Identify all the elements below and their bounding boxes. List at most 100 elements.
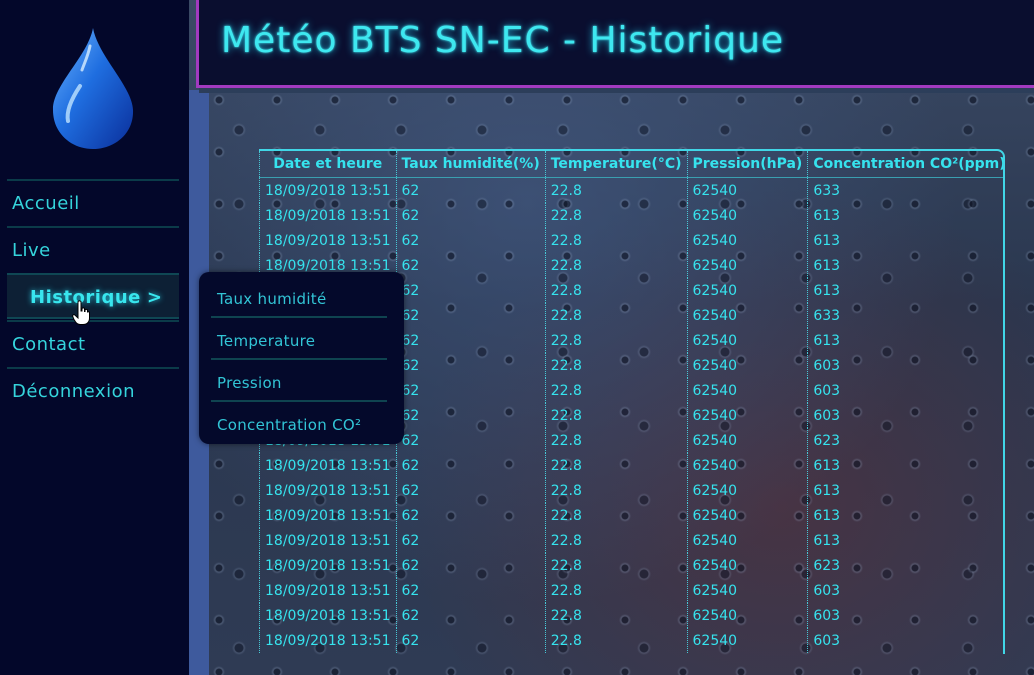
water-drop-icon[interactable]	[50, 26, 136, 152]
cell-co2: 603	[813, 632, 841, 649]
sidebar-item-label: Live	[12, 240, 51, 261]
cell-pressure: 62540	[687, 503, 809, 528]
cell-date: 18/09/2018 13:51	[259, 453, 397, 478]
header-underline	[199, 88, 1034, 93]
cell-humidity: 62	[396, 278, 546, 303]
cell-co2: 613	[813, 257, 841, 274]
cell-date: 18/09/2018 13:51	[259, 228, 397, 253]
page: Météo BTS SN-EC - Historique Accueil Liv…	[0, 0, 1034, 675]
column-header-humidity: Taux humidité(%)	[396, 151, 546, 178]
sidebar: Accueil Live Historique > Contact Déconne…	[0, 0, 189, 675]
cell-humidity: 62	[396, 503, 546, 528]
cell-co2: 633	[813, 182, 841, 199]
table-row: 18/09/2018 13:516222.862540613	[259, 203, 1004, 228]
cell-date: 18/09/2018 13:51	[259, 553, 397, 578]
cell-co2: 603	[813, 382, 841, 399]
sidebar-item-historique[interactable]: Historique >	[7, 273, 179, 319]
cell-co2: 603	[813, 582, 841, 599]
cell-temperature: 22.8	[545, 578, 688, 603]
table-row: 18/09/2018 13:516222.862540603	[259, 603, 1004, 628]
cell-pressure: 62540	[687, 453, 809, 478]
cell-humidity: 62	[396, 628, 546, 653]
cell-co2: 603	[813, 357, 841, 374]
historique-dropdown-menu: Taux humidité Temperature Pression Conce…	[199, 272, 404, 444]
cell-co2: 613	[813, 207, 841, 224]
cell-co2: 633	[813, 307, 841, 324]
cell-date: 18/09/2018 13:51	[259, 503, 397, 528]
cell-temperature: 22.8	[545, 228, 688, 253]
dropdown-item-humidity[interactable]: Taux humidité	[211, 278, 387, 318]
column-header-date: Date et heure	[259, 151, 397, 178]
cell-humidity: 62	[396, 603, 546, 628]
table-row: 18/09/2018 13:516222.862540613	[259, 453, 1004, 478]
sidebar-item-label: Déconnexion	[12, 381, 135, 402]
cell-date: 18/09/2018 13:51	[259, 478, 397, 503]
cell-pressure: 62540	[687, 478, 809, 503]
cell-pressure: 62540	[687, 603, 809, 628]
cell-humidity: 62	[396, 303, 546, 328]
cell-temperature: 22.8	[545, 303, 688, 328]
sidebar-item-accueil[interactable]: Accueil	[7, 179, 179, 225]
cell-pressure: 62540	[687, 628, 809, 653]
table-row: 18/09/2018 13:516222.862540613	[259, 478, 1004, 503]
table-row: 18/09/2018 13:516222.862540613	[259, 228, 1004, 253]
cell-pressure: 62540	[687, 203, 809, 228]
cell-temperature: 22.8	[545, 503, 688, 528]
cell-humidity: 62	[396, 378, 546, 403]
cell-co2: 613	[813, 532, 841, 549]
cell-pressure: 62540	[687, 328, 809, 353]
cell-date: 18/09/2018 13:51	[259, 628, 397, 653]
cell-humidity: 62	[396, 228, 546, 253]
page-title: Météo BTS SN-EC - Historique	[221, 20, 785, 61]
cell-temperature: 22.8	[545, 378, 688, 403]
cell-temperature: 22.8	[545, 528, 688, 553]
cell-humidity: 62	[396, 578, 546, 603]
cell-temperature: 22.8	[545, 403, 688, 428]
cell-pressure: 62540	[687, 228, 809, 253]
sidebar-item-label: Accueil	[12, 193, 80, 214]
dropdown-item-co2[interactable]: Concentration CO²	[211, 404, 387, 444]
sidebar-item-live[interactable]: Live	[7, 226, 179, 272]
cell-co2: 613	[813, 232, 841, 249]
column-header-temperature: Temperature(°C)	[545, 151, 688, 178]
table-row: 18/09/2018 13:516222.862540633	[259, 177, 1004, 203]
cell-co2: 623	[813, 432, 841, 449]
cell-co2: 603	[813, 407, 841, 424]
cell-temperature: 22.8	[545, 603, 688, 628]
dropdown-item-pressure[interactable]: Pression	[211, 362, 387, 402]
cell-humidity: 62	[396, 253, 546, 278]
cell-pressure: 62540	[687, 353, 809, 378]
cell-date: 18/09/2018 13:51	[259, 528, 397, 553]
cell-pressure: 62540	[687, 303, 809, 328]
cell-co2: 613	[813, 507, 841, 524]
cell-co2: 613	[813, 332, 841, 349]
page-header: Météo BTS SN-EC - Historique	[196, 0, 1034, 88]
cell-temperature: 22.8	[545, 328, 688, 353]
sidebar-item-deconnexion[interactable]: Déconnexion	[7, 367, 179, 413]
table-header-row: Date et heure Taux humidité(%) Temperatu…	[259, 151, 1003, 178]
cell-humidity: 62	[396, 528, 546, 553]
cell-humidity: 62	[396, 403, 546, 428]
cell-humidity: 62	[396, 328, 546, 353]
cell-date: 18/09/2018 13:51	[259, 578, 397, 603]
cell-humidity: 62	[396, 177, 546, 203]
cell-pressure: 62540	[687, 378, 809, 403]
cell-pressure: 62540	[687, 177, 809, 203]
cell-humidity: 62	[396, 428, 546, 453]
cell-temperature: 22.8	[545, 353, 688, 378]
cell-temperature: 22.8	[545, 428, 688, 453]
cell-temperature: 22.8	[545, 177, 688, 203]
cell-pressure: 62540	[687, 253, 809, 278]
cell-co2: 603	[813, 607, 841, 624]
column-header-co2: Concentration CO²(ppm)	[807, 151, 1003, 178]
column-header-pressure: Pression(hPa)	[687, 151, 809, 178]
dropdown-item-temperature[interactable]: Temperature	[211, 320, 387, 360]
cell-co2: 613	[813, 482, 841, 499]
cell-temperature: 22.8	[545, 478, 688, 503]
cell-pressure: 62540	[687, 578, 809, 603]
cell-temperature: 22.8	[545, 553, 688, 578]
table-row: 18/09/2018 13:516222.862540603	[259, 628, 1004, 653]
table-row: 18/09/2018 13:516222.862540613	[259, 528, 1004, 553]
sidebar-item-contact[interactable]: Contact	[7, 320, 179, 366]
cell-temperature: 22.8	[545, 203, 688, 228]
